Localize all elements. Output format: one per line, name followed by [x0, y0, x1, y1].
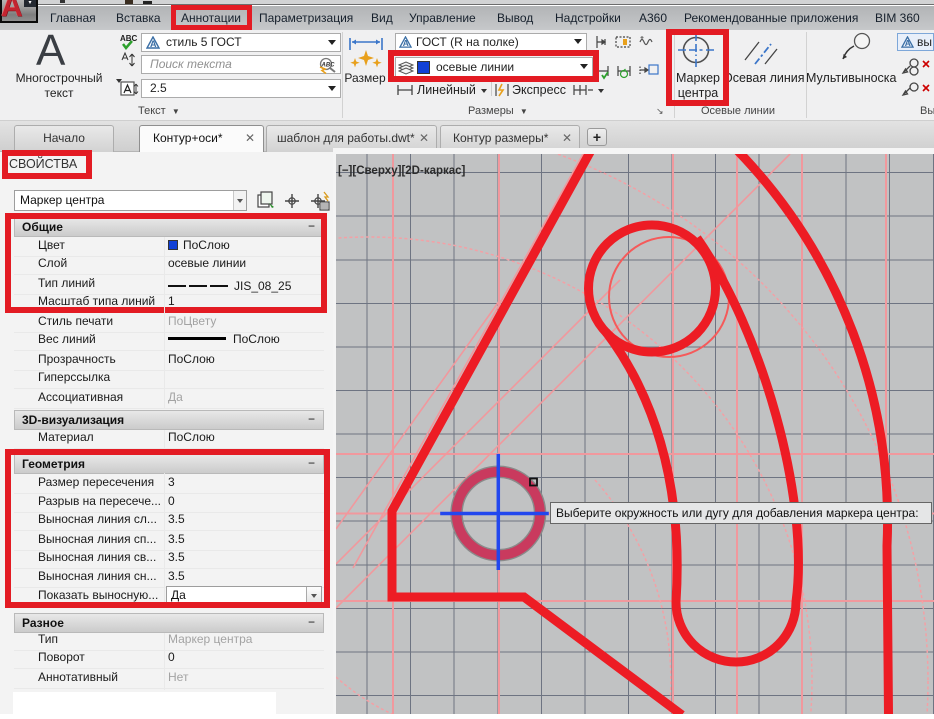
svg-text:[−][Сверху][2D-каркас]: [−][Сверху][2D-каркас] [338, 165, 466, 177]
svg-text:A: A [905, 38, 911, 48]
svg-text:ABC: ABC [120, 34, 138, 43]
svg-text:A: A [150, 39, 157, 49]
svg-text:A: A [403, 38, 409, 48]
